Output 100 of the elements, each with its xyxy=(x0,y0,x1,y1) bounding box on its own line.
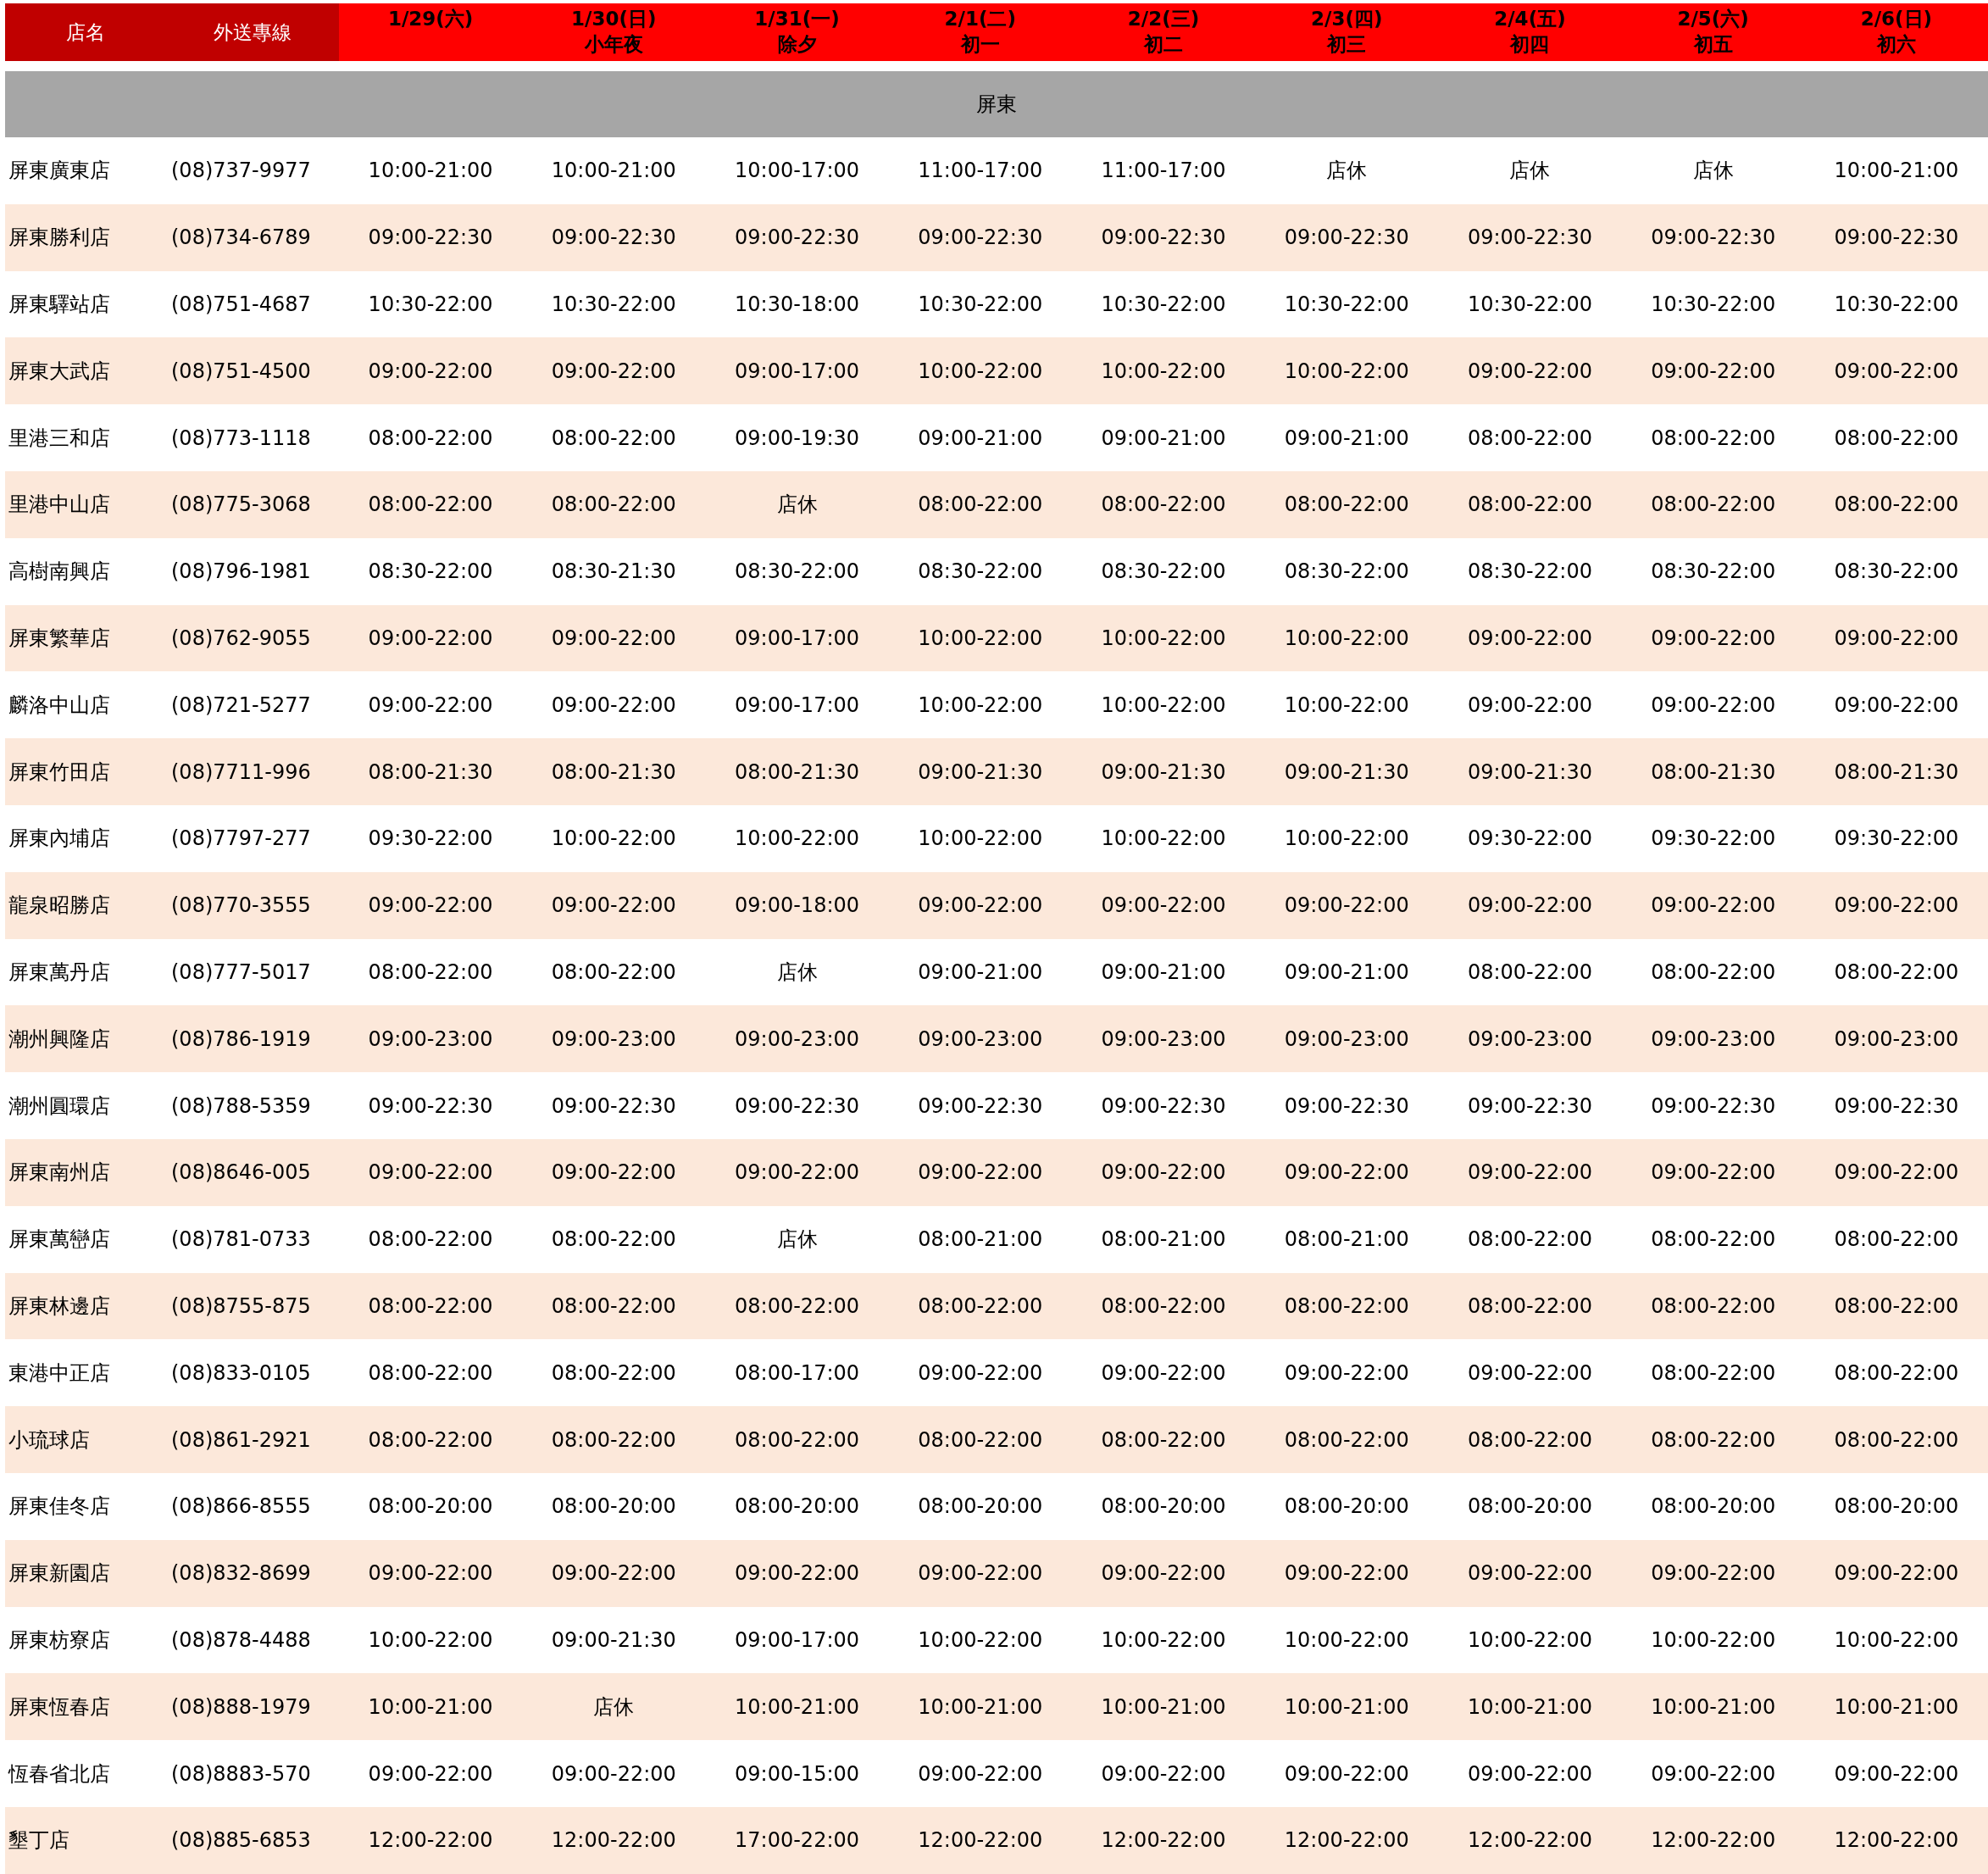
hours-cell-text: 10:30-22:00 xyxy=(1833,292,1960,316)
phone-number: (08)8646-005 xyxy=(170,1160,312,1185)
hours-cell-text: 09:00-23:00 xyxy=(1283,1026,1410,1051)
hours-cell-text: 09:00-22:00 xyxy=(734,1561,861,1586)
phone-number: (08)7711-996 xyxy=(170,759,312,784)
store-name: 潮州圓環店 xyxy=(8,1093,111,1120)
hours-cell-text: 08:00-22:00 xyxy=(1650,1227,1777,1252)
hours-cell-text: 09:00-21:30 xyxy=(550,1627,677,1652)
hours-cell-text: 08:00-22:00 xyxy=(367,1427,494,1452)
hours-cell-text: 09:00-23:00 xyxy=(550,1026,677,1051)
store-name: 屏東驛站店 xyxy=(8,292,111,318)
hours-cell-text: 10:30-22:00 xyxy=(1283,292,1410,316)
column-header: 2/6(日) 初六 xyxy=(1859,7,1934,57)
store-name: 屏東林邊店 xyxy=(8,1293,111,1320)
hours-cell-text: 10:00-21:00 xyxy=(1650,1694,1777,1719)
hours-cell-text: 09:00-23:00 xyxy=(1100,1026,1227,1051)
hours-cell-text: 10:30-22:00 xyxy=(1100,292,1227,316)
hours-cell-text: 08:00-22:00 xyxy=(1650,1427,1777,1452)
hours-cell-text: 09:00-17:00 xyxy=(734,359,861,383)
column-header: 2/1(二) 初一 xyxy=(943,7,1017,57)
hours-cell-text: 店休 xyxy=(775,492,819,519)
hours-cell-text: 09:00-22:00 xyxy=(1466,692,1593,717)
hours-cell-text: 08:00-22:00 xyxy=(1833,1427,1960,1452)
hours-cell-text: 09:00-22:00 xyxy=(1650,626,1777,650)
hours-cell-text: 09:30-22:00 xyxy=(1833,826,1960,851)
column-header: 2/4(五) 初四 xyxy=(1493,7,1567,57)
hours-cell-text: 09:00-22:00 xyxy=(1283,1761,1410,1786)
column-header: 1/30(日) 小年夜 xyxy=(570,7,658,57)
hours-cell-text: 08:00-20:00 xyxy=(1833,1494,1960,1519)
hours-cell-text: 09:00-22:30 xyxy=(550,225,677,250)
phone-number: (08)781-0733 xyxy=(170,1227,312,1252)
hours-cell-text: 09:00-22:00 xyxy=(1650,692,1777,717)
column-header: 外送專線 xyxy=(166,3,339,61)
hours-cell-text: 08:00-22:00 xyxy=(550,425,677,450)
hours-cell-text: 08:00-22:00 xyxy=(1466,959,1593,984)
hours-cell-text: 09:00-22:30 xyxy=(734,225,861,250)
phone-number: (08)773-1118 xyxy=(170,425,312,450)
hours-cell-text: 08:00-22:00 xyxy=(367,959,494,984)
hours-cell-text: 08:00-22:00 xyxy=(1833,1360,1960,1385)
hours-cell-text: 11:00-17:00 xyxy=(917,158,1044,183)
hours-cell-text: 10:00-22:00 xyxy=(1283,692,1410,717)
hours-cell-text: 08:00-22:00 xyxy=(367,1293,494,1318)
hours-cell-text: 09:00-22:00 xyxy=(1650,1561,1777,1586)
hours-cell-text: 08:00-22:00 xyxy=(734,1427,861,1452)
hours-cell-text: 10:00-21:00 xyxy=(1283,1694,1410,1719)
phone-number: (08)762-9055 xyxy=(170,626,312,650)
hours-cell-text: 10:00-22:00 xyxy=(917,692,1044,717)
store-name: 屏東勝利店 xyxy=(8,225,111,252)
hours-cell-text: 10:00-22:00 xyxy=(1100,826,1227,851)
hours-cell-text: 09:00-22:00 xyxy=(1100,1360,1227,1385)
hours-cell-text: 08:00-21:30 xyxy=(367,759,494,784)
hours-cell-text: 10:00-22:00 xyxy=(1650,1627,1777,1652)
hours-cell-text: 10:00-21:00 xyxy=(367,1694,494,1719)
hours-cell-text: 09:00-22:00 xyxy=(1466,1360,1593,1385)
hours-cell-text: 10:00-22:00 xyxy=(1283,826,1410,851)
hours-cell-text: 09:00-22:00 xyxy=(550,692,677,717)
phone-number: (08)775-3068 xyxy=(170,492,312,517)
hours-cell-text: 08:30-22:00 xyxy=(367,559,494,584)
hours-cell-text: 08:00-22:00 xyxy=(1650,425,1777,450)
hours-cell-text: 10:30-22:00 xyxy=(367,292,494,316)
hours-cell-text: 12:00-22:00 xyxy=(367,1828,494,1853)
hours-cell-text: 09:00-22:00 xyxy=(1833,359,1960,383)
phone-number: (08)833-0105 xyxy=(170,1360,312,1385)
hours-cell-text: 09:00-22:30 xyxy=(1650,225,1777,250)
store-name: 麟洛中山店 xyxy=(8,692,111,719)
hours-cell-text: 08:00-22:00 xyxy=(917,1427,1044,1452)
hours-cell-text: 08:00-17:00 xyxy=(734,1360,861,1385)
hours-cell-text: 09:00-22:00 xyxy=(1650,893,1777,918)
hours-cell-text: 10:00-21:00 xyxy=(550,158,677,183)
hours-cell-text: 08:00-22:00 xyxy=(550,492,677,517)
hours-cell-text: 08:00-22:00 xyxy=(1100,1293,1227,1318)
hours-cell-text: 09:00-21:00 xyxy=(917,959,1044,984)
hours-cell-text: 09:00-22:30 xyxy=(1283,1093,1410,1118)
hours-cell-text: 08:00-20:00 xyxy=(550,1494,677,1519)
phone-number: (08)734-6789 xyxy=(170,225,312,250)
hours-cell-text: 08:00-22:00 xyxy=(1833,1293,1960,1318)
hours-cell-text: 10:00-21:00 xyxy=(1833,158,1960,183)
column-header: 2/3(四) 初三 xyxy=(1310,7,1384,57)
store-name: 恆春省北店 xyxy=(7,1760,111,1788)
hours-cell-text: 10:30-22:00 xyxy=(1466,292,1593,316)
hours-cell-text: 09:00-21:30 xyxy=(1466,759,1593,784)
phone-number: (08)878-4488 xyxy=(170,1627,312,1652)
hours-cell-text: 09:00-22:00 xyxy=(1466,1160,1593,1185)
store-name: 高樹南興店 xyxy=(8,559,111,586)
phone-number: (08)832-8699 xyxy=(170,1561,312,1586)
hours-cell-text: 09:00-22:00 xyxy=(550,626,677,650)
hours-cell-text: 09:00-22:30 xyxy=(917,1093,1044,1118)
hours-cell-text: 10:00-22:00 xyxy=(550,826,677,851)
hours-cell-text: 08:00-22:00 xyxy=(367,1360,494,1385)
hours-cell-text: 10:00-21:00 xyxy=(917,1694,1044,1719)
hours-cell-text: 09:00-22:00 xyxy=(1650,359,1777,383)
phone-number: (08)777-5017 xyxy=(170,959,312,984)
store-name: 小琉球店 xyxy=(8,1426,91,1454)
store-name: 屏東萬巒店 xyxy=(8,1226,111,1254)
hours-cell-text: 10:00-22:00 xyxy=(734,826,861,851)
hours-cell-text: 09:00-23:00 xyxy=(734,1026,861,1051)
store-name: 屏東竹田店 xyxy=(8,759,111,786)
phone-number: (08)737-9977 xyxy=(170,158,312,183)
hours-cell-text: 09:00-22:00 xyxy=(1466,359,1593,383)
hours-cell-text: 09:00-22:00 xyxy=(367,1761,494,1786)
